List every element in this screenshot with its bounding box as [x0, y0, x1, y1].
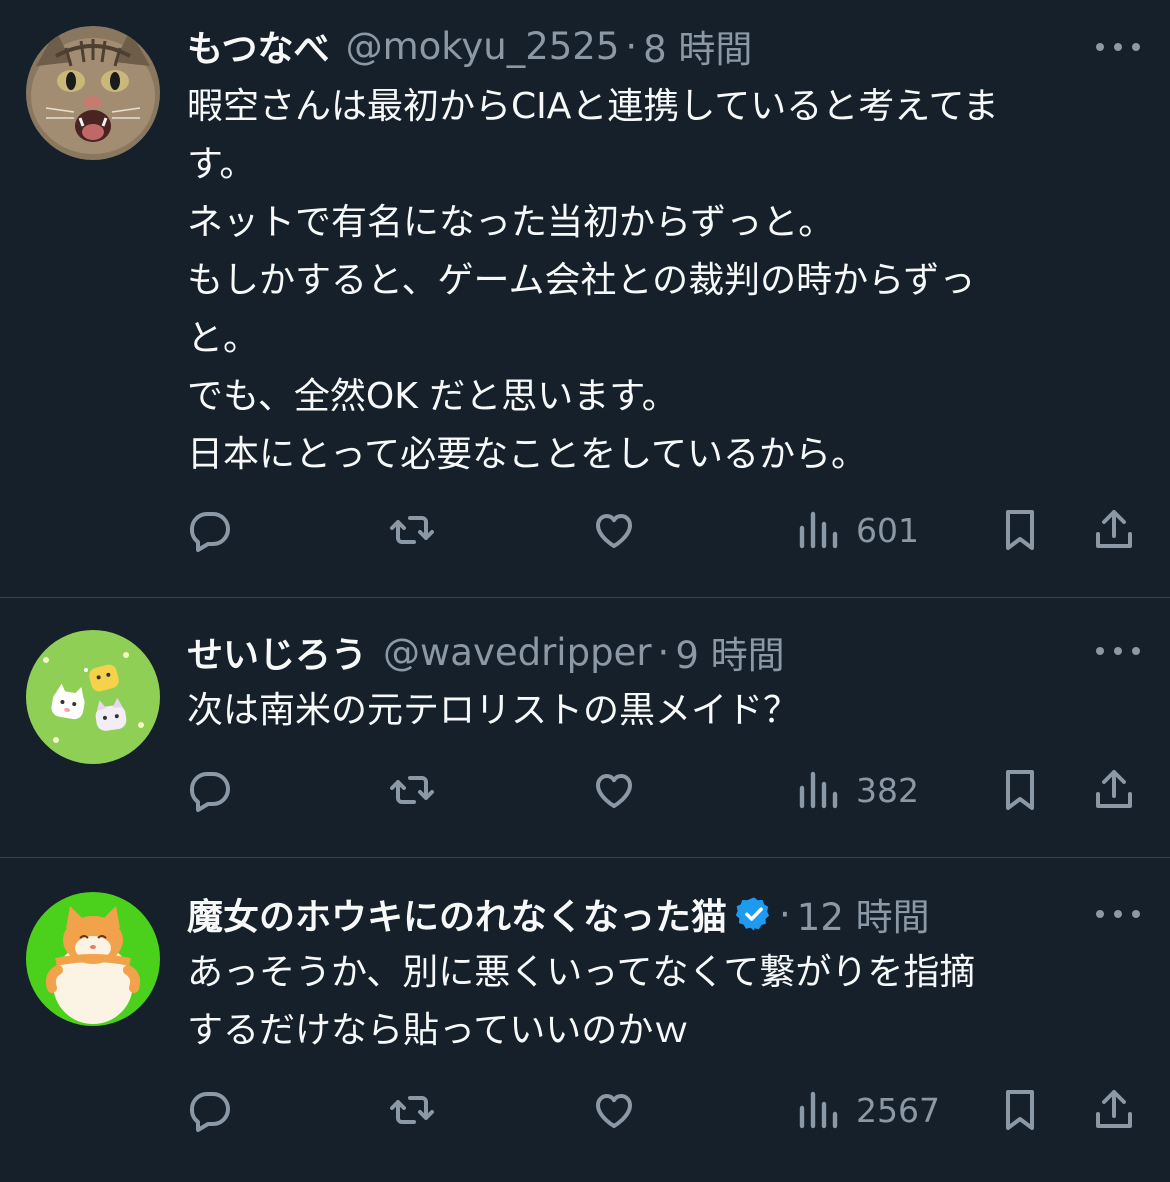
like-icon — [596, 1094, 632, 1128]
bookmark-button[interactable] — [996, 500, 1044, 560]
timestamp[interactable]: 9 時間 — [675, 625, 784, 679]
user-handle[interactable]: @wavedripper — [383, 631, 652, 674]
bookmark-icon — [1006, 770, 1034, 810]
like-button[interactable] — [590, 1080, 638, 1140]
separator: · — [779, 892, 791, 936]
text-line: 日本にとって必要なことをしているから。 — [187, 434, 868, 475]
timestamp[interactable]: 12 時間 — [797, 887, 930, 941]
retweet-button[interactable] — [388, 500, 436, 560]
avatar[interactable] — [26, 26, 160, 160]
tweet-header: もつなべ @mokyu_2525 · 8 時間 — [187, 19, 1074, 73]
tweet-text: 暇空さんは最初からCIAと連携していると考えてま す。 ネットで有名になった当初… — [187, 78, 1147, 484]
reply-button[interactable] — [186, 1080, 234, 1140]
share-icon — [1096, 510, 1132, 548]
display-name[interactable]: せいじろう — [187, 626, 367, 678]
display-name[interactable]: 魔女のホウキにのれなくなった猫 — [187, 888, 727, 940]
avatar[interactable] — [26, 892, 160, 1026]
tweet[interactable]: せいじろう @wavedripper · 9 時間 次は南米の元テロリストの黒メ… — [0, 598, 1170, 858]
avatar[interactable] — [26, 630, 160, 764]
retweet-button[interactable] — [388, 1080, 436, 1140]
reply-icon — [190, 772, 230, 812]
reply-icon — [190, 1092, 230, 1132]
action-bar: 2567 — [0, 1080, 1170, 1140]
like-icon — [596, 514, 632, 548]
views-button[interactable]: 2567 — [794, 1080, 940, 1140]
text-line: す。 — [187, 144, 256, 185]
tweet[interactable]: 魔女のホウキにのれなくなった猫 · 12 時間 あっそうか、別に悪くいってなくて… — [0, 858, 1170, 1182]
reply-icon — [190, 512, 230, 552]
share-button[interactable] — [1090, 500, 1138, 560]
tweet-text: あっそうか、別に悪くいってなくて繋がりを指摘 するだけなら貼っていいのかｗ — [187, 944, 1147, 1060]
action-bar: 382 — [0, 760, 1170, 820]
text-line: あっそうか、別に悪くいってなくて繋がりを指摘 — [187, 952, 976, 993]
cartoon-fat-cat-avatar-icon — [26, 892, 160, 1026]
retweet-icon — [390, 516, 434, 544]
text-line: 次は南米の元テロリストの黒メイド？ — [187, 690, 800, 731]
view-count: 382 — [856, 770, 919, 810]
bookmark-icon — [1006, 1090, 1034, 1130]
retweet-icon — [390, 1096, 434, 1124]
views-icon — [799, 1091, 838, 1129]
user-handle[interactable]: @mokyu_2525 — [346, 25, 620, 68]
views-button[interactable]: 601 — [794, 500, 919, 560]
reply-button[interactable] — [186, 500, 234, 560]
tweet-text: 次は南米の元テロリストの黒メイド？ — [187, 682, 1147, 740]
more-icon[interactable] — [1096, 643, 1140, 659]
tweet[interactable]: もつなべ @mokyu_2525 · 8 時間 暇空さんは最初からCIAと連携し… — [0, 0, 1170, 598]
share-icon — [1096, 770, 1132, 808]
separator: · — [625, 24, 638, 68]
reply-button[interactable] — [186, 760, 234, 820]
retweet-button[interactable] — [388, 760, 436, 820]
cat-photo-avatar-icon — [26, 26, 160, 160]
share-button[interactable] — [1090, 760, 1138, 820]
like-button[interactable] — [590, 500, 638, 560]
text-line: と。 — [187, 318, 260, 359]
text-line: でも、全然OK だと思います。 — [187, 376, 678, 417]
bookmark-icon — [1006, 510, 1034, 550]
like-icon — [596, 774, 632, 808]
separator: · — [657, 630, 670, 674]
display-name[interactable]: もつなべ — [187, 20, 330, 72]
cartoon-cats-on-grass-avatar-icon — [26, 630, 160, 764]
text-line: もしかすると、ゲーム会社との裁判の時からずっ — [187, 260, 976, 301]
view-count: 601 — [856, 510, 919, 550]
like-button[interactable] — [590, 760, 638, 820]
bookmark-button[interactable] — [996, 760, 1044, 820]
text-line: 暇空さんは最初からCIAと連携していると考えてま — [187, 86, 999, 127]
tweet-header: 魔女のホウキにのれなくなった猫 · 12 時間 — [187, 887, 1074, 941]
tweet-header: せいじろう @wavedripper · 9 時間 — [187, 625, 1074, 679]
share-button[interactable] — [1090, 1080, 1138, 1140]
verified-badge-icon — [735, 895, 773, 933]
timestamp[interactable]: 8 時間 — [643, 19, 752, 73]
more-icon[interactable] — [1096, 39, 1140, 55]
text-line: ネットで有名になった当初からずっと。 — [187, 202, 835, 243]
more-icon[interactable] — [1096, 906, 1140, 922]
view-count: 2567 — [856, 1090, 940, 1130]
retweet-icon — [390, 776, 434, 804]
bookmark-button[interactable] — [996, 1080, 1044, 1140]
views-button[interactable]: 382 — [794, 760, 919, 820]
text-line: するだけなら貼っていいのかｗ — [187, 1010, 690, 1051]
views-icon — [799, 771, 838, 809]
views-icon — [799, 511, 838, 549]
action-bar: 601 — [0, 500, 1170, 560]
share-icon — [1096, 1090, 1132, 1128]
